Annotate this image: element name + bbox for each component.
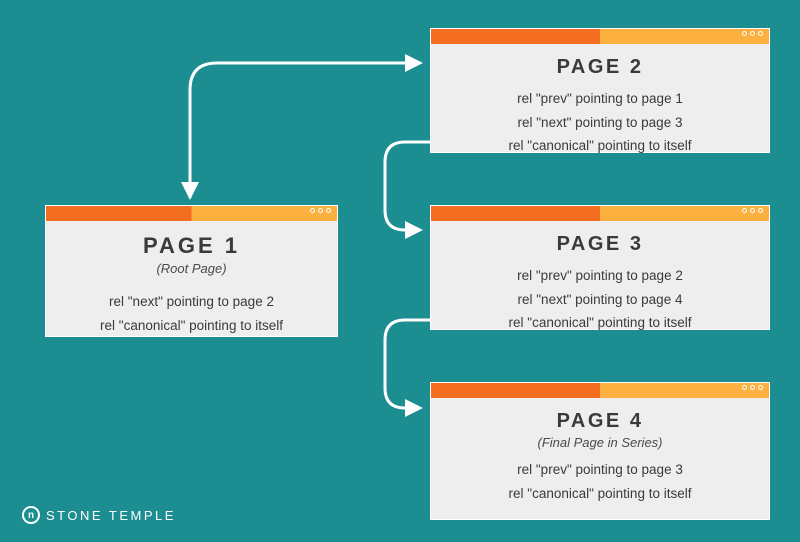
- window-dot-icon: [758, 208, 763, 213]
- card-body: PAGE 1 (Root Page) rel "next" pointing t…: [46, 221, 337, 349]
- window-dot-icon: [750, 208, 755, 213]
- page-title: PAGE 2: [449, 56, 751, 79]
- logo-mark-letter: n: [28, 510, 34, 521]
- window-bar: [431, 206, 769, 221]
- card-body: PAGE 4 (Final Page in Series) rel "prev"…: [431, 398, 769, 517]
- window-dot-icon: [750, 31, 755, 36]
- arrow-page1-to-page2: [190, 63, 420, 198]
- window-bar: [431, 383, 769, 398]
- stone-temple-logo: n STONE TEMPLE: [22, 506, 176, 524]
- window-controls: [742, 31, 763, 36]
- window-dot-icon: [742, 385, 747, 390]
- page-title: PAGE 3: [449, 233, 751, 256]
- rel-line: rel "canonical" pointing to itself: [449, 136, 751, 156]
- rel-line: rel "canonical" pointing to itself: [64, 316, 319, 336]
- page-2-card: PAGE 2 rel "prev" pointing to page 1 rel…: [430, 28, 770, 153]
- rel-line: rel "prev" pointing to page 2: [449, 266, 751, 286]
- rel-line: rel "prev" pointing to page 1: [449, 89, 751, 109]
- card-body: PAGE 2 rel "prev" pointing to page 1 rel…: [431, 44, 769, 170]
- page-title: PAGE 1: [64, 233, 319, 259]
- page-title: PAGE 4: [449, 410, 751, 433]
- rel-line: rel "next" pointing to page 4: [449, 290, 751, 310]
- page-subtitle: (Final Page in Series): [449, 435, 751, 450]
- window-controls: [742, 385, 763, 390]
- window-dot-icon: [318, 208, 323, 213]
- page-1-card: PAGE 1 (Root Page) rel "next" pointing t…: [45, 205, 338, 337]
- window-dot-icon: [758, 385, 763, 390]
- window-bar: [431, 29, 769, 44]
- rel-line: rel "prev" pointing to page 3: [449, 460, 751, 480]
- page-subtitle: (Root Page): [64, 261, 319, 276]
- rel-line: rel "canonical" pointing to itself: [449, 484, 751, 504]
- page-4-card: PAGE 4 (Final Page in Series) rel "prev"…: [430, 382, 770, 520]
- window-dot-icon: [750, 385, 755, 390]
- logo-text: STONE TEMPLE: [46, 508, 176, 523]
- window-dot-icon: [326, 208, 331, 213]
- page-3-card: PAGE 3 rel "prev" pointing to page 2 rel…: [430, 205, 770, 330]
- window-controls: [742, 208, 763, 213]
- window-dot-icon: [742, 31, 747, 36]
- window-dot-icon: [310, 208, 315, 213]
- logo-mark-icon: n: [22, 506, 40, 524]
- arrow-page2-to-page3: [385, 142, 430, 230]
- rel-line: rel "next" pointing to page 2: [64, 292, 319, 312]
- arrow-page3-to-page4: [385, 320, 430, 408]
- card-body: PAGE 3 rel "prev" pointing to page 2 rel…: [431, 221, 769, 347]
- rel-line: rel "next" pointing to page 3: [449, 113, 751, 133]
- window-dot-icon: [758, 31, 763, 36]
- window-dot-icon: [742, 208, 747, 213]
- rel-line: rel "canonical" pointing to itself: [449, 313, 751, 333]
- window-controls: [310, 208, 331, 213]
- window-bar: [46, 206, 337, 221]
